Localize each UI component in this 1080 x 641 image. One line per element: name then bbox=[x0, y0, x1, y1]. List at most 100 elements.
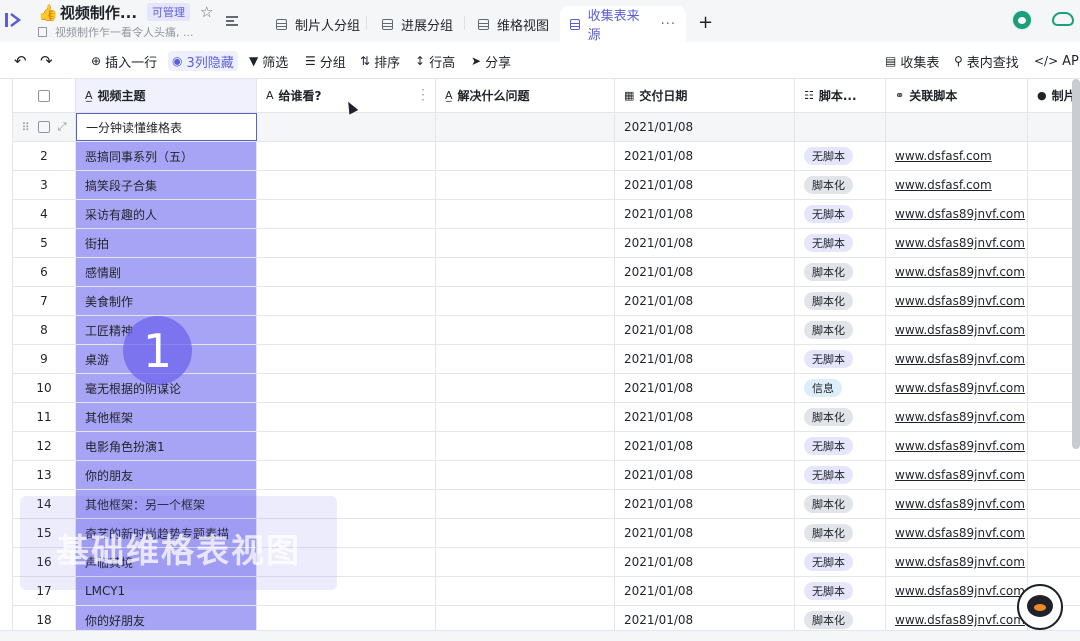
cell-subject[interactable]: 感情剧 bbox=[76, 258, 257, 286]
cell-problem[interactable] bbox=[436, 113, 615, 141]
cell-date[interactable]: 2021/01/08 bbox=[615, 258, 795, 286]
cell-subject[interactable]: 搞笑段子合集 bbox=[76, 171, 257, 199]
cell-producer[interactable] bbox=[1028, 490, 1080, 518]
cell-problem[interactable] bbox=[436, 316, 615, 344]
cell-date[interactable]: 2021/01/08 bbox=[615, 171, 795, 199]
cell-tag[interactable]: 脚本化 bbox=[795, 519, 886, 547]
vertical-scrollbar[interactable] bbox=[1072, 79, 1080, 449]
cell-audience[interactable] bbox=[257, 432, 436, 460]
cell-link[interactable]: www.dsfas89jnvf.com bbox=[886, 548, 1028, 576]
table-row[interactable]: 6 感情剧 2021/01/08 脚本化 www.dsfas89jnvf.com bbox=[13, 258, 1080, 287]
cell-num[interactable]: 3 bbox=[13, 171, 76, 199]
cell-problem[interactable] bbox=[436, 258, 615, 286]
row-checkbox[interactable] bbox=[37, 121, 50, 133]
tab-vika-view[interactable]: 维格视图 bbox=[468, 6, 559, 42]
cell-producer[interactable] bbox=[1028, 461, 1080, 489]
cell-num[interactable]: 13 bbox=[13, 461, 76, 489]
cell-link[interactable]: www.dsfas89jnvf.com bbox=[886, 577, 1028, 605]
menu-icon[interactable] bbox=[226, 16, 238, 26]
column-header-date[interactable]: ▦ 交付日期 bbox=[615, 79, 795, 113]
cell-date[interactable]: 2021/01/08 bbox=[615, 113, 795, 141]
table-row[interactable]: 13 你的朋友 2021/01/08 无脚本 www.dsfas89jnvf.com bbox=[13, 461, 1080, 490]
cell-problem[interactable] bbox=[436, 548, 615, 576]
cell-audience[interactable] bbox=[257, 229, 436, 257]
cell-problem[interactable] bbox=[436, 374, 615, 402]
cell-date[interactable]: 2021/01/08 bbox=[615, 142, 795, 170]
cell-problem[interactable] bbox=[436, 519, 615, 547]
table-row[interactable]: ⠿ ⤢ 一分钟读懂维格表 2021/01/08 bbox=[13, 113, 1080, 142]
cell-date[interactable]: 2021/01/08 bbox=[615, 345, 795, 373]
form-button[interactable]: ▤ 收集表 bbox=[885, 51, 939, 71]
cell-tag[interactable]: 脚本化 bbox=[795, 490, 886, 518]
cell-date[interactable]: 2021/01/08 bbox=[615, 432, 795, 460]
cell-link[interactable]: www.dsfas89jnvf.com bbox=[886, 403, 1028, 431]
cell-num[interactable]: 4 bbox=[13, 200, 76, 228]
redo-icon[interactable]: ↷ bbox=[40, 52, 53, 70]
table-row[interactable]: 2 恶搞同事系列（五） 2021/01/08 无脚本 www.dsfasf.com bbox=[13, 142, 1080, 171]
assistant-mascot-icon[interactable] bbox=[1017, 584, 1063, 630]
cell-subject[interactable]: 你的朋友 bbox=[76, 461, 257, 489]
cell-num[interactable]: 12 bbox=[13, 432, 76, 460]
cell-num[interactable]: 5 bbox=[13, 229, 76, 257]
cell-problem[interactable] bbox=[436, 345, 615, 373]
undo-icon[interactable]: ↶ bbox=[14, 52, 27, 70]
row-height-button[interactable]: ↕ 行高 bbox=[415, 51, 455, 71]
cell-subject[interactable]: 一分钟读懂维格表 bbox=[76, 113, 257, 141]
avatar[interactable] bbox=[1011, 9, 1033, 31]
cell-audience[interactable] bbox=[257, 374, 436, 402]
insert-row-button[interactable]: ⊕ 插入一行 bbox=[91, 51, 157, 71]
cell-tag[interactable]: 无脚本 bbox=[795, 200, 886, 228]
table-row[interactable]: 12 电影角色扮演1 2021/01/08 无脚本 www.dsfas89jnvf.co… bbox=[13, 432, 1080, 461]
cell-link[interactable]: www.dsfas89jnvf.com bbox=[886, 519, 1028, 547]
cell-date[interactable]: 2021/01/08 bbox=[615, 316, 795, 344]
linked-script-link[interactable]: www.dsfas89jnvf.com bbox=[895, 323, 1025, 337]
cell-problem[interactable] bbox=[436, 403, 615, 431]
tab-producer-group[interactable]: 制片人分组 bbox=[266, 6, 370, 42]
linked-script-link[interactable]: www.dsfas89jnvf.com bbox=[895, 236, 1025, 250]
cell-tag[interactable]: 无脚本 bbox=[795, 577, 886, 605]
cell-link[interactable]: www.dsfas89jnvf.com bbox=[886, 229, 1028, 257]
cell-tag[interactable]: 脚本化 bbox=[795, 287, 886, 315]
cell-num[interactable]: 6 bbox=[13, 258, 76, 286]
drag-handle-icon[interactable]: ⠿ bbox=[22, 121, 30, 134]
cell-tag[interactable]: 脚本化 bbox=[795, 316, 886, 344]
column-header-script[interactable]: ☷ 脚本... bbox=[795, 79, 886, 113]
sort-button[interactable]: ⇅ 排序 bbox=[360, 51, 400, 71]
cell-link[interactable]: www.dsfas89jnvf.com bbox=[886, 461, 1028, 489]
cell-tag[interactable]: 无脚本 bbox=[795, 432, 886, 460]
cell-link[interactable]: www.dsfas89jnvf.com bbox=[886, 432, 1028, 460]
cell-link[interactable]: www.dsfas89jnvf.com bbox=[886, 374, 1028, 402]
sidebar-toggle-icon[interactable] bbox=[4, 12, 22, 28]
cell-problem[interactable] bbox=[436, 461, 615, 489]
cell-date[interactable]: 2021/01/08 bbox=[615, 461, 795, 489]
cell-date[interactable]: 2021/01/08 bbox=[615, 229, 795, 257]
cell-date[interactable]: 2021/01/08 bbox=[615, 490, 795, 518]
linked-script-link[interactable]: www.dsfas89jnvf.com bbox=[895, 526, 1025, 540]
cell-link[interactable]: www.dsfas89jnvf.com bbox=[886, 258, 1028, 286]
filter-button[interactable]: ▼ 筛选 bbox=[249, 51, 288, 71]
tab-more-icon[interactable]: ··· bbox=[661, 17, 676, 32]
cell-producer[interactable] bbox=[1028, 548, 1080, 576]
column-header-problem[interactable]: A̲ 解决什么问题 bbox=[436, 79, 615, 113]
linked-script-link[interactable]: www.dsfas89jnvf.com bbox=[895, 613, 1025, 627]
cell-audience[interactable] bbox=[257, 345, 436, 373]
cell-audience[interactable] bbox=[257, 287, 436, 315]
cell-problem[interactable] bbox=[436, 577, 615, 605]
cell-date[interactable]: 2021/01/08 bbox=[615, 577, 795, 605]
cell-subject[interactable]: 街拍 bbox=[76, 229, 257, 257]
share-button[interactable]: ➤ 分享 bbox=[471, 51, 511, 71]
cell-num[interactable]: ⠿ ⤢ bbox=[13, 113, 76, 141]
cell-audience[interactable] bbox=[257, 403, 436, 431]
cell-problem[interactable] bbox=[436, 171, 615, 199]
cell-audience[interactable] bbox=[257, 461, 436, 489]
cell-tag[interactable]: 脚本化 bbox=[795, 171, 886, 199]
cell-date[interactable]: 2021/01/08 bbox=[615, 519, 795, 547]
cell-audience[interactable] bbox=[257, 316, 436, 344]
cell-audience[interactable] bbox=[257, 258, 436, 286]
linked-script-link[interactable]: www.dsfas89jnvf.com bbox=[895, 207, 1025, 221]
linked-script-link[interactable]: www.dsfas89jnvf.com bbox=[895, 555, 1025, 569]
cell-tag[interactable]: 脚本化 bbox=[795, 403, 886, 431]
api-button[interactable]: </> API bbox=[1034, 51, 1080, 71]
tab-progress-group[interactable]: 进展分组 bbox=[372, 6, 463, 42]
column-header-subject[interactable]: A̲ 视频主题 bbox=[76, 79, 257, 113]
